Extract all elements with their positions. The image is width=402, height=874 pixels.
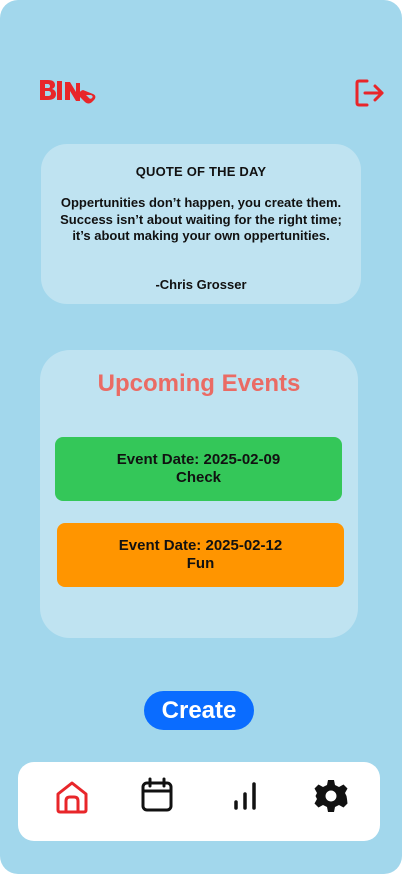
event-name: Check [175,469,222,486]
logout-icon[interactable] [354,78,386,108]
app-screen: QUOTE OF THE DAY Oppertunities don’t hap… [0,0,402,874]
tab-stats[interactable] [226,778,262,814]
bino-logo [40,80,96,104]
quote-heading: QUOTE OF THE DAY [135,164,267,179]
upcoming-events-card: Upcoming Events Event Date: 2025-02-09 C… [40,350,358,638]
tab-calendar[interactable] [139,777,175,813]
event-date: Event Date: 2025-02-12 [118,537,283,554]
event-date: Event Date: 2025-02-09 [116,451,281,468]
bottom-tab-bar [18,762,380,841]
tab-home[interactable] [54,779,90,815]
tab-settings[interactable] [313,778,349,814]
events-title: Upcoming Events [97,370,301,397]
quote-text: Oppertunities don’t happen, you create t… [60,195,342,243]
event-item[interactable]: Event Date: 2025-02-12 Fun [57,523,344,587]
calendar-icon [141,777,173,812]
create-button[interactable]: Create [144,691,254,730]
event-item[interactable]: Event Date: 2025-02-09 Check [55,437,342,501]
home-icon [56,781,88,814]
quote-author: -Chris Grosser [155,277,247,292]
quote-card: QUOTE OF THE DAY Oppertunities don’t hap… [41,144,361,304]
settings-icon [313,780,349,812]
stats-icon [234,782,256,810]
event-name: Fun [186,555,215,572]
